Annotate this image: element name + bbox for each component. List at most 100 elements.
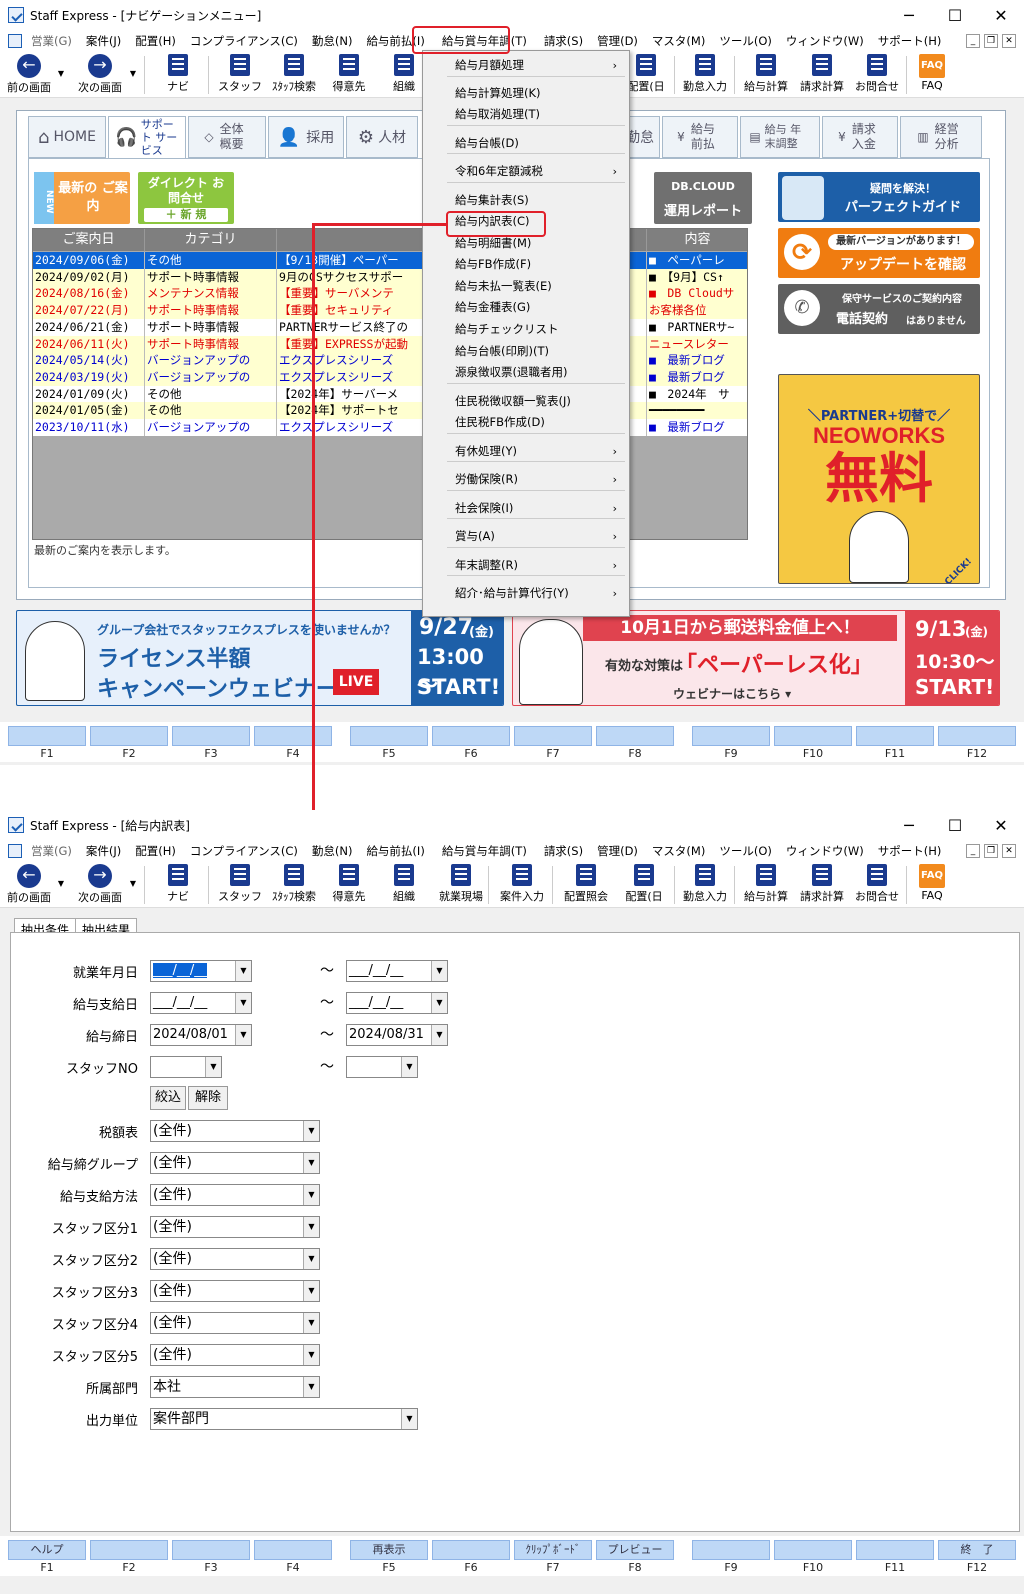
back-dropdown-icon[interactable]: ▼ [56, 864, 66, 906]
menu-haichi[interactable]: 配置(H) [128, 843, 183, 859]
function-key-F4[interactable] [254, 1540, 332, 1560]
function-key-F7[interactable] [514, 726, 592, 746]
mdi-minimize-icon[interactable]: _ [966, 844, 980, 858]
menu-kyuyo[interactable]: 給与賞与年調(T) [432, 843, 537, 859]
filter-button[interactable]: 絞込 [150, 1086, 186, 1110]
function-key-F10[interactable] [774, 1540, 852, 1560]
function-key-F11[interactable] [856, 726, 934, 746]
anken-input-button[interactable]: 案件入力 [494, 864, 550, 906]
staff-kubun4-select[interactable]: (全件) ▼ [150, 1312, 320, 1334]
tax-table-select[interactable]: (全件) ▼ [150, 1120, 320, 1142]
nav-tab-nencho[interactable]: ▤ 給与 年末調整 [740, 116, 820, 158]
dropdown-item[interactable]: 給与月額処理 › [423, 55, 629, 76]
seikyu-calc-button[interactable]: 請求計算 [796, 54, 848, 96]
function-key-F5[interactable]: 再表示 [350, 1540, 428, 1560]
forward-button[interactable]: → 次の画面 [72, 864, 128, 906]
menu-master[interactable]: マスタ(M) [645, 33, 712, 49]
table-row[interactable]: 2024/03/19(火) バージョンアップの エクスプレスシリーズ ■ 最新ブログ [33, 368, 747, 386]
table-row[interactable]: 2024/09/02(月) サポート時事情報 9月のCSサクセスサポー ■ 【9月】C… [33, 268, 747, 286]
menu-support[interactable]: サポート(H) [871, 843, 949, 859]
dropdown-item[interactable]: 給与取消処理(T) [423, 104, 629, 125]
menu-seikyu[interactable]: 請求(S) [537, 843, 590, 859]
staff-kubun3-select[interactable]: (全件) ▼ [150, 1280, 320, 1302]
kintai-input-button[interactable]: 勤怠入力 [678, 54, 732, 96]
maximize-icon[interactable]: ☐ [932, 0, 978, 30]
license-webinar-banner[interactable]: グループ会社でスタッフエクスプレスを使いませんか？ ライセンス半額 キャンペーン… [16, 610, 504, 706]
forward-button[interactable]: → 次の画面 [72, 54, 128, 96]
nav-tab-recruit[interactable]: 👤 採用 [268, 116, 344, 158]
faq-button[interactable]: FAQ FAQ [916, 864, 948, 906]
menu-anken[interactable]: 案件(J) [79, 843, 128, 859]
dropdown-item[interactable]: 給与FB作成(F) [423, 254, 629, 275]
dropdown-item[interactable]: 給与台帳(印刷)(T) [423, 341, 629, 362]
minimize-icon[interactable]: ─ [886, 810, 932, 840]
grid-header-date[interactable]: ご案内日 [33, 229, 145, 251]
function-key-F10[interactable] [774, 726, 852, 746]
maximize-icon[interactable]: ☐ [932, 810, 978, 840]
mdi-close-icon[interactable]: ✕ [1002, 34, 1016, 48]
staff-search-button[interactable]: ｽﾀｯﾌ検索 [266, 54, 322, 96]
client-button[interactable]: 得意先 [326, 54, 372, 96]
paperless-webinar-banner[interactable]: 10月1日から郵送料金値上へ！ 有効な対策は 「ペーパーレス化」 ウェビナーはこ… [512, 610, 1000, 706]
back-button[interactable]: ← 前の画面 [4, 864, 54, 906]
function-key-F9[interactable] [692, 1540, 770, 1560]
staff-kubun2-select[interactable]: (全件) ▼ [150, 1248, 320, 1270]
menu-seikyu[interactable]: 請求(S) [537, 33, 590, 49]
menu-haichi[interactable]: 配置(H) [128, 33, 183, 49]
menu-maebarai[interactable]: 給与前払(I) [359, 843, 431, 859]
direct-inquiry-button[interactable]: ダイレクト お問合せ ＋ 新 規 [138, 172, 234, 224]
staff-no-to[interactable]: ▼ [346, 1056, 418, 1078]
support-contract-banner[interactable]: ✆ 保守サービスのご契約内容 電話契約 はありません [778, 284, 980, 334]
nav-tab-keiei[interactable]: ▥ 経営 分析 [900, 116, 982, 158]
menu-tool[interactable]: ツール(O) [712, 843, 779, 859]
staff-button[interactable]: スタッフ [218, 54, 262, 96]
dropdown-item[interactable]: 給与集計表(S) [423, 190, 629, 211]
output-unit-select[interactable]: 案件部門 ▼ [150, 1408, 418, 1430]
minimize-icon[interactable]: ─ [886, 0, 932, 30]
grid-header-content[interactable]: 内容 [647, 229, 747, 251]
dropdown-item[interactable]: 年末調整(R) › [423, 555, 629, 576]
function-key-F5[interactable] [350, 726, 428, 746]
pay-date-from[interactable]: ___/__/__ ▼ [150, 992, 252, 1014]
inquiry-button[interactable]: お問合せ [852, 864, 902, 906]
mdi-restore-icon[interactable]: ❐ [984, 844, 998, 858]
pay-date-to[interactable]: ___/__/__ ▼ [346, 992, 448, 1014]
client-button[interactable]: 得意先 [326, 864, 372, 906]
close-date-to[interactable]: 2024/08/31 ▼ [346, 1024, 448, 1046]
function-key-F8[interactable] [596, 726, 674, 746]
dropdown-item[interactable]: 賞与(A) › [423, 526, 629, 547]
function-key-F8[interactable]: プレビュー [596, 1540, 674, 1560]
org-button[interactable]: 組織 [382, 54, 426, 96]
function-key-F4[interactable] [254, 726, 332, 746]
dropdown-item[interactable]: 有休処理(Y) › [423, 441, 629, 462]
inquiry-button[interactable]: お問合せ [852, 54, 902, 96]
grid-header-category[interactable]: カテゴリ [145, 229, 277, 251]
table-row[interactable]: 2024/05/14(火) バージョンアップの エクスプレスシリーズ ■ 最新ブログ [33, 352, 747, 370]
table-row[interactable]: 2024/06/11(火) サポート時事情報 【重要】EXPRESSが起動 ニュースレ… [33, 335, 747, 353]
close-date-from[interactable]: 2024/08/01 ▼ [150, 1024, 252, 1046]
dropdown-item[interactable]: 住民税FB作成(D) [423, 412, 629, 433]
menu-eigyo[interactable]: 営業(G) [24, 843, 79, 859]
perfect-guide-banner[interactable]: 疑問を解決！ パーフェクトガイド [778, 172, 980, 222]
seikyu-calc-button[interactable]: 請求計算 [796, 864, 848, 906]
function-key-F12[interactable]: 終 了 [938, 1540, 1016, 1560]
kintai-input-button[interactable]: 勤怠入力 [678, 864, 732, 906]
table-row[interactable]: 2024/09/06(金) その他 【9/13開催】ペーパー ■ ペーパーレ [33, 252, 747, 269]
close-group-select[interactable]: (全件) ▼ [150, 1152, 320, 1174]
function-key-F6[interactable] [432, 1540, 510, 1560]
kyuyo-calc-button[interactable]: 給与計算 [740, 54, 792, 96]
dropdown-item[interactable]: 源泉徴収票(退職者用) [423, 362, 629, 383]
function-key-F11[interactable] [856, 1540, 934, 1560]
table-row[interactable]: 2024/01/05(金) その他 【2024年】サポートセ ━━━━━━━━ [33, 402, 747, 420]
menu-master[interactable]: マスタ(M) [645, 843, 712, 859]
neoworks-banner[interactable]: ＼PARTNER+切替で／ NEOWORKS 無料 CLICK! [778, 374, 980, 584]
menu-kintai[interactable]: 勤怠(N) [305, 843, 360, 859]
menu-window[interactable]: ウィンドウ(W) [779, 33, 871, 49]
nav-tab-support[interactable]: 🎧 サポート サービス [108, 116, 186, 158]
work-date-from[interactable]: ___/__/__ ▼ [150, 960, 252, 982]
table-row[interactable]: 2024/08/16(金) メンテナンス情報 【重要】サーバメンテ ■ DB Clou… [33, 285, 747, 303]
function-key-F9[interactable] [692, 726, 770, 746]
mdi-minimize-icon[interactable]: _ [966, 34, 980, 48]
function-key-F2[interactable] [90, 726, 168, 746]
menu-anken[interactable]: 案件(J) [79, 33, 128, 49]
